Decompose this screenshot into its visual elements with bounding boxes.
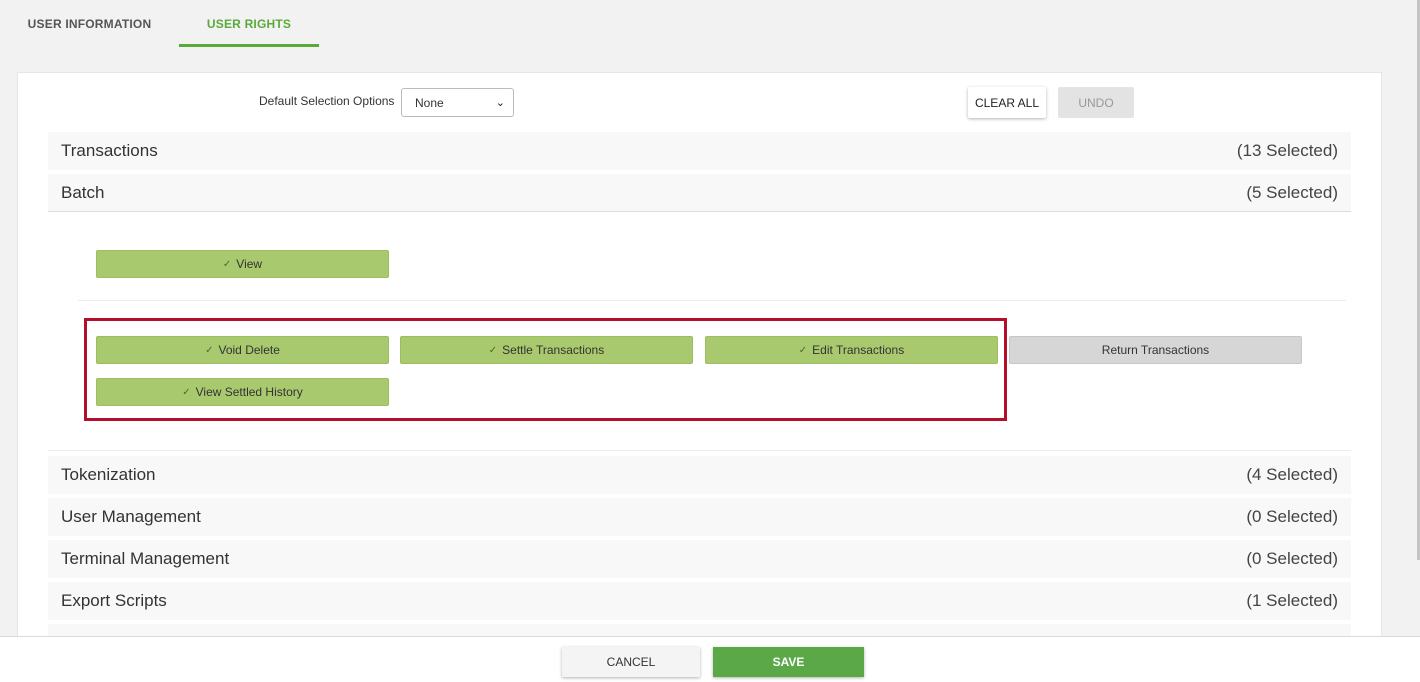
section-user-management[interactable]: User Management (0 Selected)	[48, 498, 1351, 536]
section-title: Export Scripts	[61, 591, 167, 610]
section-title: User Management	[61, 507, 201, 526]
permission-label: Return Transactions	[1101, 343, 1210, 357]
check-icon: ✓	[222, 258, 232, 270]
permission-view[interactable]: ✓ View	[96, 250, 389, 278]
permission-return-transactions[interactable]: Return Transactions	[1009, 336, 1302, 364]
tab-bar: USER INFORMATION USER RIGHTS	[0, 0, 1420, 47]
section-title: Terminal Management	[61, 549, 230, 568]
section-title: Batch	[61, 182, 105, 202]
cancel-button[interactable]: CANCEL	[562, 647, 700, 677]
section-count: (5 Selected)	[1246, 182, 1338, 202]
default-selection-label: Default Selection Options	[259, 94, 395, 108]
section-batch[interactable]: Batch (5 Selected)	[48, 174, 1351, 212]
tab-user-information[interactable]: USER INFORMATION	[0, 0, 179, 47]
section-transactions[interactable]: Transactions (13 Selected)	[48, 132, 1351, 170]
section-count: (0 Selected)	[1246, 549, 1338, 568]
clear-all-button[interactable]: CLEAR ALL	[968, 87, 1046, 118]
divider	[78, 300, 1346, 301]
default-selection-dropdown[interactable]: None ⌄	[401, 88, 514, 117]
default-selection-value: None	[415, 95, 444, 110]
footer-bar: CANCEL SAVE	[0, 636, 1420, 682]
section-count: (4 Selected)	[1246, 465, 1338, 484]
section-tokenization[interactable]: Tokenization (4 Selected)	[48, 456, 1351, 494]
section-title: Transactions	[61, 141, 158, 160]
section-count: (1 Selected)	[1246, 591, 1338, 610]
save-button[interactable]: SAVE	[713, 647, 864, 677]
section-export-scripts[interactable]: Export Scripts (1 Selected)	[48, 582, 1351, 620]
permission-label: View	[236, 257, 263, 271]
highlight-box	[84, 318, 1007, 421]
rights-panel: Default Selection Options None ⌄ CLEAR A…	[17, 72, 1382, 682]
section-title: Tokenization	[61, 465, 156, 484]
section-terminal-management[interactable]: Terminal Management (0 Selected)	[48, 540, 1351, 578]
section-count: (0 Selected)	[1246, 507, 1338, 526]
undo-button[interactable]: UNDO	[1058, 87, 1134, 118]
section-count: (13 Selected)	[1236, 141, 1338, 160]
chevron-down-icon: ⌄	[495, 97, 505, 109]
divider	[48, 450, 1351, 451]
tab-user-rights[interactable]: USER RIGHTS	[179, 0, 319, 47]
